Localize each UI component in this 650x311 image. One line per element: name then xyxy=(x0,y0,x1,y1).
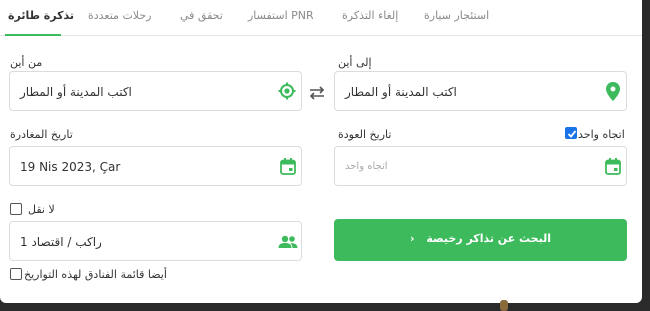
return-label: تاريخ العودة xyxy=(338,128,392,141)
nonstop-checkbox[interactable] xyxy=(10,203,22,215)
nonstop-label: لا نقل xyxy=(28,203,55,216)
active-tab-indicator xyxy=(5,34,61,36)
to-label: إلى أين xyxy=(338,56,372,69)
one-way-label: اتجاه واحد xyxy=(578,128,625,141)
passengers-value: راكب / اقتصاد 1 xyxy=(20,235,102,249)
from-label: من أين xyxy=(10,56,43,69)
departure-date-value: 19 Nis 2023, Çar xyxy=(20,160,121,174)
background-decoration xyxy=(500,300,508,311)
passengers-icon xyxy=(278,234,298,253)
map-pin-icon xyxy=(606,82,620,105)
departure-date-field[interactable]: 19 Nis 2023, Çar xyxy=(9,146,302,186)
chevron-left-icon: ‹ xyxy=(409,232,415,245)
return-date-placeholder: اتجاه واحد xyxy=(345,161,388,172)
return-date-field[interactable]: اتجاه واحد xyxy=(334,146,627,186)
hotels-label: أيضا قائمة الفنادق لهذه التواريخ xyxy=(24,268,167,281)
tab-pnr-inquiry[interactable]: PNR استفسار xyxy=(248,9,314,22)
locate-icon[interactable] xyxy=(278,82,296,104)
one-way-checkbox[interactable] xyxy=(565,127,577,139)
calendar-icon xyxy=(280,158,296,179)
swap-icon[interactable] xyxy=(308,85,326,105)
from-input-text: اكتب المدينة أو المطار xyxy=(20,85,132,99)
tab-check-in[interactable]: تحقق في xyxy=(180,9,223,22)
tab-flight-ticket[interactable]: تذكرة طائرة xyxy=(8,9,74,22)
tab-cancel-ticket[interactable]: إلغاء التذكرة xyxy=(342,9,398,22)
calendar-icon xyxy=(605,158,621,179)
departure-label: تاريخ المغادرة xyxy=(10,128,73,141)
passengers-field[interactable]: راكب / اقتصاد 1 xyxy=(9,221,302,261)
to-input-text: اكتب المدينة أو المطار xyxy=(345,85,457,99)
hotels-checkbox[interactable] xyxy=(10,268,22,280)
flight-search-card: تذكرة طائرة رحلات متعددة تحقق في PNR است… xyxy=(0,0,642,303)
from-field[interactable]: اكتب المدينة أو المطار xyxy=(9,71,302,111)
search-cheap-tickets-button[interactable]: البحث عن تذاكر رخيصة ‹ xyxy=(334,219,627,261)
tab-car-rental[interactable]: استئجار سيارة xyxy=(424,9,489,22)
tab-multi-city[interactable]: رحلات متعددة xyxy=(88,9,151,22)
search-button-label: البحث عن تذاكر رخيصة ‹ xyxy=(409,232,551,245)
tab-bar: تذكرة طائرة رحلات متعددة تحقق في PNR است… xyxy=(0,0,642,36)
to-field[interactable]: اكتب المدينة أو المطار xyxy=(334,71,627,111)
